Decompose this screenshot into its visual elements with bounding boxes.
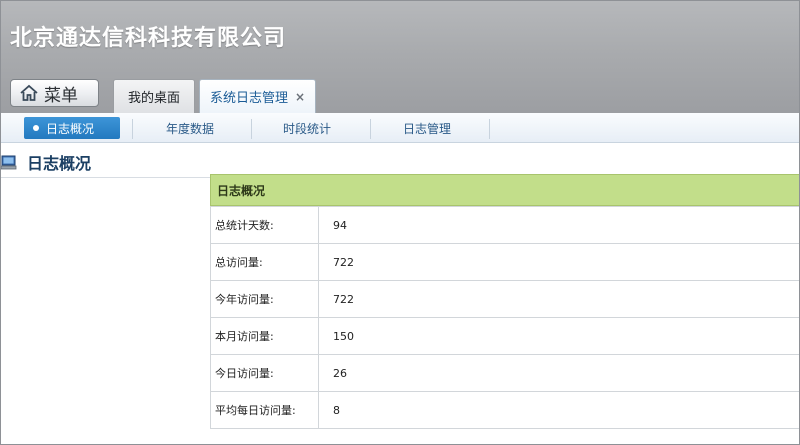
- computer-icon: [1, 155, 17, 170]
- page-title-row: 日志概况: [1, 149, 91, 175]
- row-label: 总统计天数:: [210, 206, 319, 244]
- log-overview-panel: 日志概况 总统计天数: 94 总访问量: 722 今年访问量: 722 本月访问…: [210, 174, 799, 444]
- row-label: 今日访问量:: [210, 354, 319, 392]
- row-label: 本月访问量:: [210, 317, 319, 355]
- tab-system-log-management[interactable]: 系统日志管理 ×: [199, 79, 316, 113]
- app-header: 北京通达信科科技有限公司 菜单 我的桌面 系统日志管理 ×: [1, 1, 799, 113]
- row-label: 平均每日访问量:: [210, 391, 319, 429]
- sub-navigation: 日志概况 年度数据 时段统计 日志管理: [1, 113, 799, 143]
- row-label: 总访问量:: [210, 243, 319, 281]
- bullet-icon: [33, 125, 39, 131]
- row-value: 722: [318, 243, 799, 281]
- subnav-item-annual-data[interactable]: 年度数据: [166, 117, 214, 139]
- subnav-label: 时段统计: [283, 121, 332, 136]
- menu-button[interactable]: 菜单: [10, 79, 99, 107]
- divider: [489, 119, 490, 139]
- page-title: 日志概况: [27, 154, 92, 173]
- tab-my-desktop[interactable]: 我的桌面: [113, 79, 195, 113]
- divider: [251, 119, 252, 139]
- row-label: 今年访问量:: [210, 280, 319, 318]
- home-icon: [20, 84, 38, 101]
- table-row: 本月访问量: 150: [210, 317, 799, 355]
- row-value: 8: [318, 391, 799, 429]
- row-value: 722: [318, 280, 799, 318]
- row-value: 150: [318, 317, 799, 355]
- divider: [132, 119, 133, 139]
- tab-label: 我的桌面: [127, 91, 180, 106]
- subnav-label: 年度数据: [166, 121, 215, 136]
- app-window: 北京通达信科科技有限公司 菜单 我的桌面 系统日志管理 × 日志概况 年度数据 …: [0, 0, 800, 445]
- subnav-item-log-overview[interactable]: 日志概况: [24, 117, 120, 139]
- subnav-item-period-stats[interactable]: 时段统计: [283, 117, 331, 139]
- row-value: 94: [318, 206, 799, 244]
- row-value: 26: [318, 354, 799, 392]
- table-row: 总统计天数: 94: [210, 206, 799, 244]
- company-name: 北京通达信科科技有限公司: [10, 26, 287, 51]
- stats-table: 总统计天数: 94 总访问量: 722 今年访问量: 722 本月访问量: 15…: [210, 206, 799, 429]
- subnav-label: 日志管理: [403, 121, 452, 136]
- close-icon[interactable]: ×: [295, 90, 305, 104]
- divider: [370, 119, 371, 139]
- table-row: 总访问量: 722: [210, 243, 799, 281]
- subnav-label: 日志概况: [46, 121, 95, 136]
- panel-heading: 日志概况: [210, 174, 799, 206]
- tab-label: 系统日志管理: [209, 91, 288, 106]
- subnav-item-log-management[interactable]: 日志管理: [403, 117, 451, 139]
- table-row: 今日访问量: 26: [210, 354, 799, 392]
- menu-button-label: 菜单: [44, 85, 78, 106]
- table-row: 平均每日访问量: 8: [210, 391, 799, 429]
- table-row: 今年访问量: 722: [210, 280, 799, 318]
